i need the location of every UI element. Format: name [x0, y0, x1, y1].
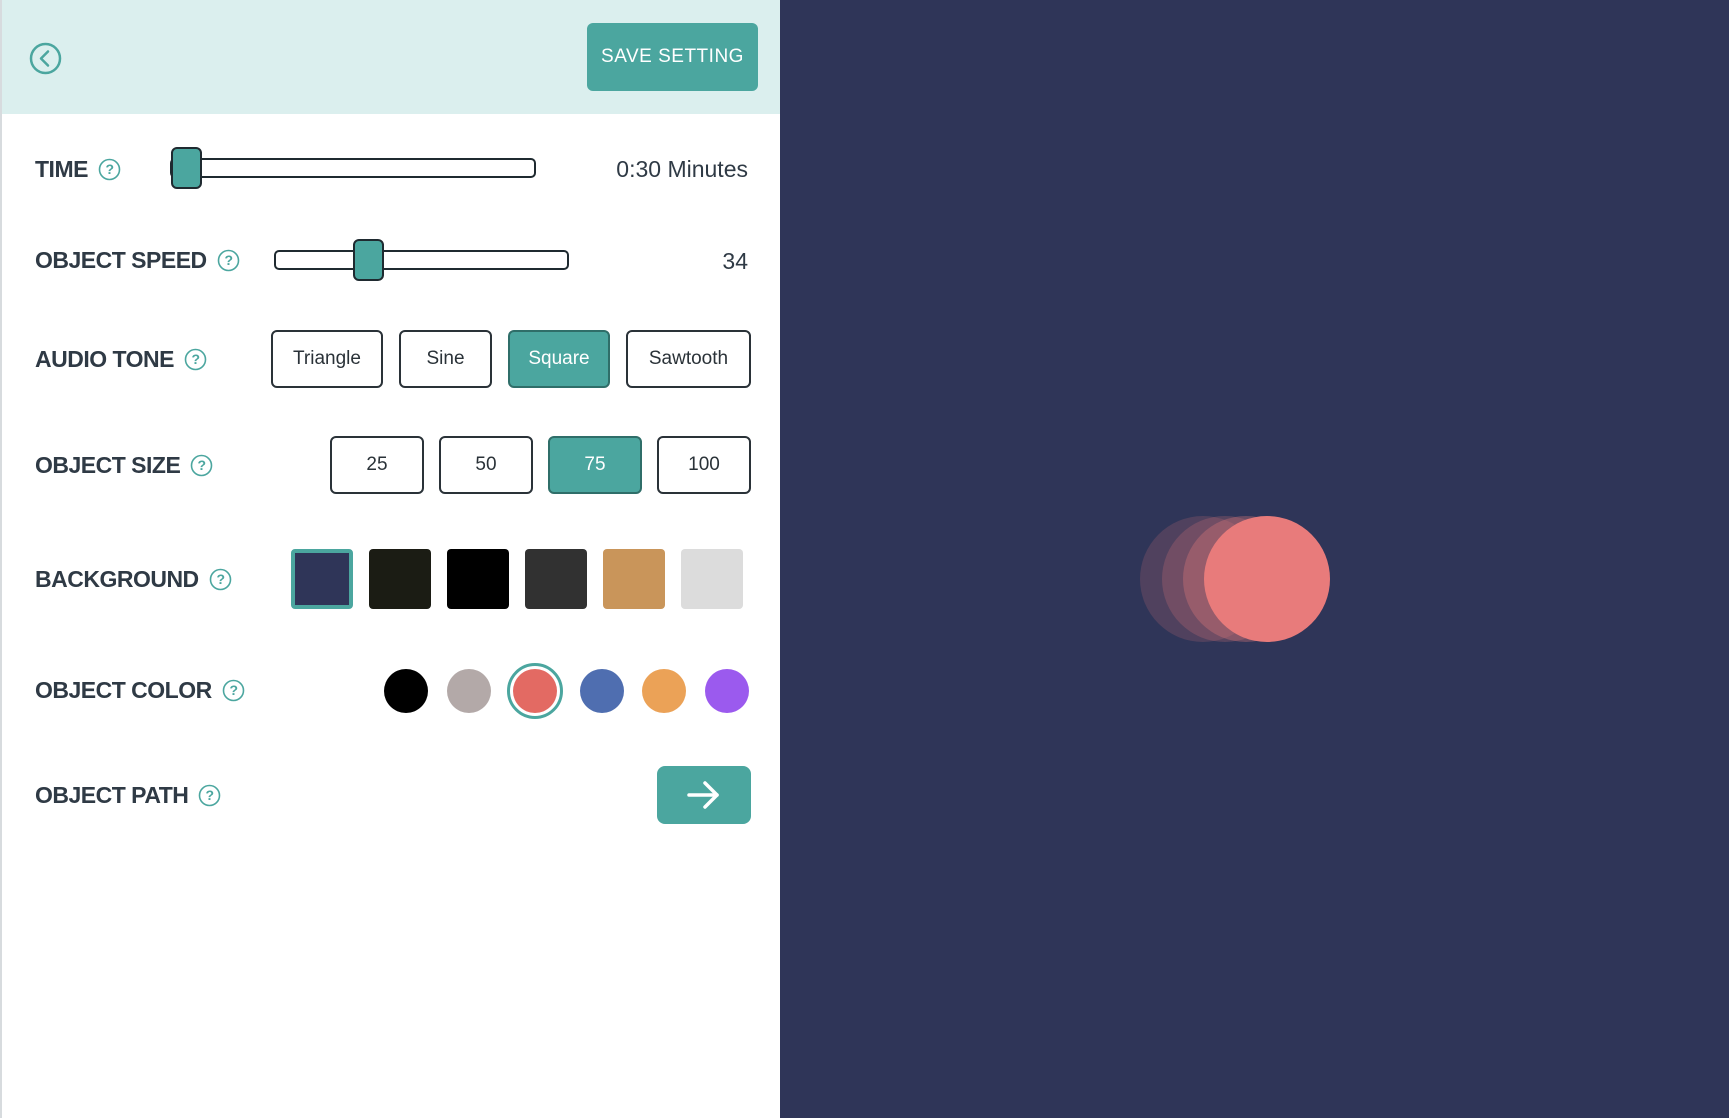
- background-swatch-navy[interactable]: [291, 549, 353, 609]
- object-path-label: OBJECT PATH: [35, 781, 189, 808]
- audio-tone-row-label: AUDIO TONE ?: [35, 342, 207, 376]
- object-color-black[interactable]: [384, 669, 428, 713]
- back-icon[interactable]: [29, 42, 62, 75]
- object-color-row-label: OBJECT COLOR ?: [35, 673, 245, 707]
- save-setting-button[interactable]: SAVE SETTING: [587, 23, 758, 91]
- background-swatch-light-gray[interactable]: [681, 549, 743, 609]
- settings-panel: SAVE SETTING TIME ? 0:30 Minutes OBJECT …: [0, 0, 782, 1118]
- svg-text:?: ?: [229, 682, 237, 698]
- object-size-label: OBJECT SIZE: [35, 451, 181, 478]
- background-row-label: BACKGROUND ?: [35, 562, 232, 596]
- svg-text:?: ?: [206, 787, 214, 803]
- size-50-button[interactable]: 50: [439, 436, 533, 494]
- background-swatch-black[interactable]: [447, 549, 509, 609]
- speed-value: 34: [722, 248, 748, 274]
- help-icon[interactable]: ?: [98, 158, 121, 181]
- background-swatch-dark-texture[interactable]: [369, 549, 431, 609]
- size-100-button[interactable]: 100: [657, 436, 751, 494]
- object-color-purple[interactable]: [705, 669, 749, 713]
- object-color-blue[interactable]: [580, 669, 624, 713]
- time-slider-thumb[interactable]: [171, 147, 202, 189]
- help-icon[interactable]: ?: [184, 348, 207, 371]
- object-path-row-label: OBJECT PATH ?: [35, 778, 221, 812]
- size-25-button[interactable]: 25: [330, 436, 424, 494]
- time-label: TIME: [35, 155, 88, 182]
- time-slider[interactable]: [170, 147, 536, 189]
- arrow-right-icon: [687, 781, 719, 809]
- svg-text:?: ?: [224, 252, 232, 268]
- speed-slider-thumb[interactable]: [353, 239, 384, 281]
- help-icon[interactable]: ?: [209, 568, 232, 591]
- object-color-label: OBJECT COLOR: [35, 676, 212, 703]
- help-icon[interactable]: ?: [190, 454, 213, 477]
- audio-tone-label: AUDIO TONE: [35, 345, 174, 372]
- preview-canvas: [780, 0, 1729, 1118]
- tone-triangle-button[interactable]: Triangle: [271, 330, 383, 388]
- size-75-button[interactable]: 75: [548, 436, 642, 494]
- settings-header: SAVE SETTING: [2, 0, 782, 114]
- help-icon[interactable]: ?: [217, 249, 240, 272]
- moving-object: [1204, 516, 1330, 642]
- object-path-button[interactable]: [657, 766, 751, 824]
- tone-sawtooth-button[interactable]: Sawtooth: [626, 330, 751, 388]
- background-label: BACKGROUND: [35, 565, 199, 592]
- object-size-row-label: OBJECT SIZE ?: [35, 448, 213, 482]
- app: SAVE SETTING TIME ? 0:30 Minutes OBJECT …: [0, 0, 1729, 1118]
- svg-text:?: ?: [216, 571, 224, 587]
- svg-text:?: ?: [198, 457, 206, 473]
- object-color-orange[interactable]: [642, 669, 686, 713]
- time-value: 0:30 Minutes: [616, 156, 748, 182]
- svg-text:?: ?: [105, 161, 113, 177]
- background-swatch-charcoal[interactable]: [525, 549, 587, 609]
- background-swatch-tan[interactable]: [603, 549, 665, 609]
- tone-sine-button[interactable]: Sine: [399, 330, 492, 388]
- tone-square-button[interactable]: Square: [508, 330, 610, 388]
- time-row-label: TIME ?: [35, 152, 121, 186]
- svg-text:?: ?: [191, 351, 199, 367]
- help-icon[interactable]: ?: [222, 679, 245, 702]
- help-icon[interactable]: ?: [198, 784, 221, 807]
- speed-row-label: OBJECT SPEED ?: [35, 243, 240, 277]
- object-color-coral[interactable]: [513, 669, 557, 713]
- speed-slider[interactable]: [274, 239, 569, 281]
- object-color-gray[interactable]: [447, 669, 491, 713]
- speed-label: OBJECT SPEED: [35, 246, 207, 273]
